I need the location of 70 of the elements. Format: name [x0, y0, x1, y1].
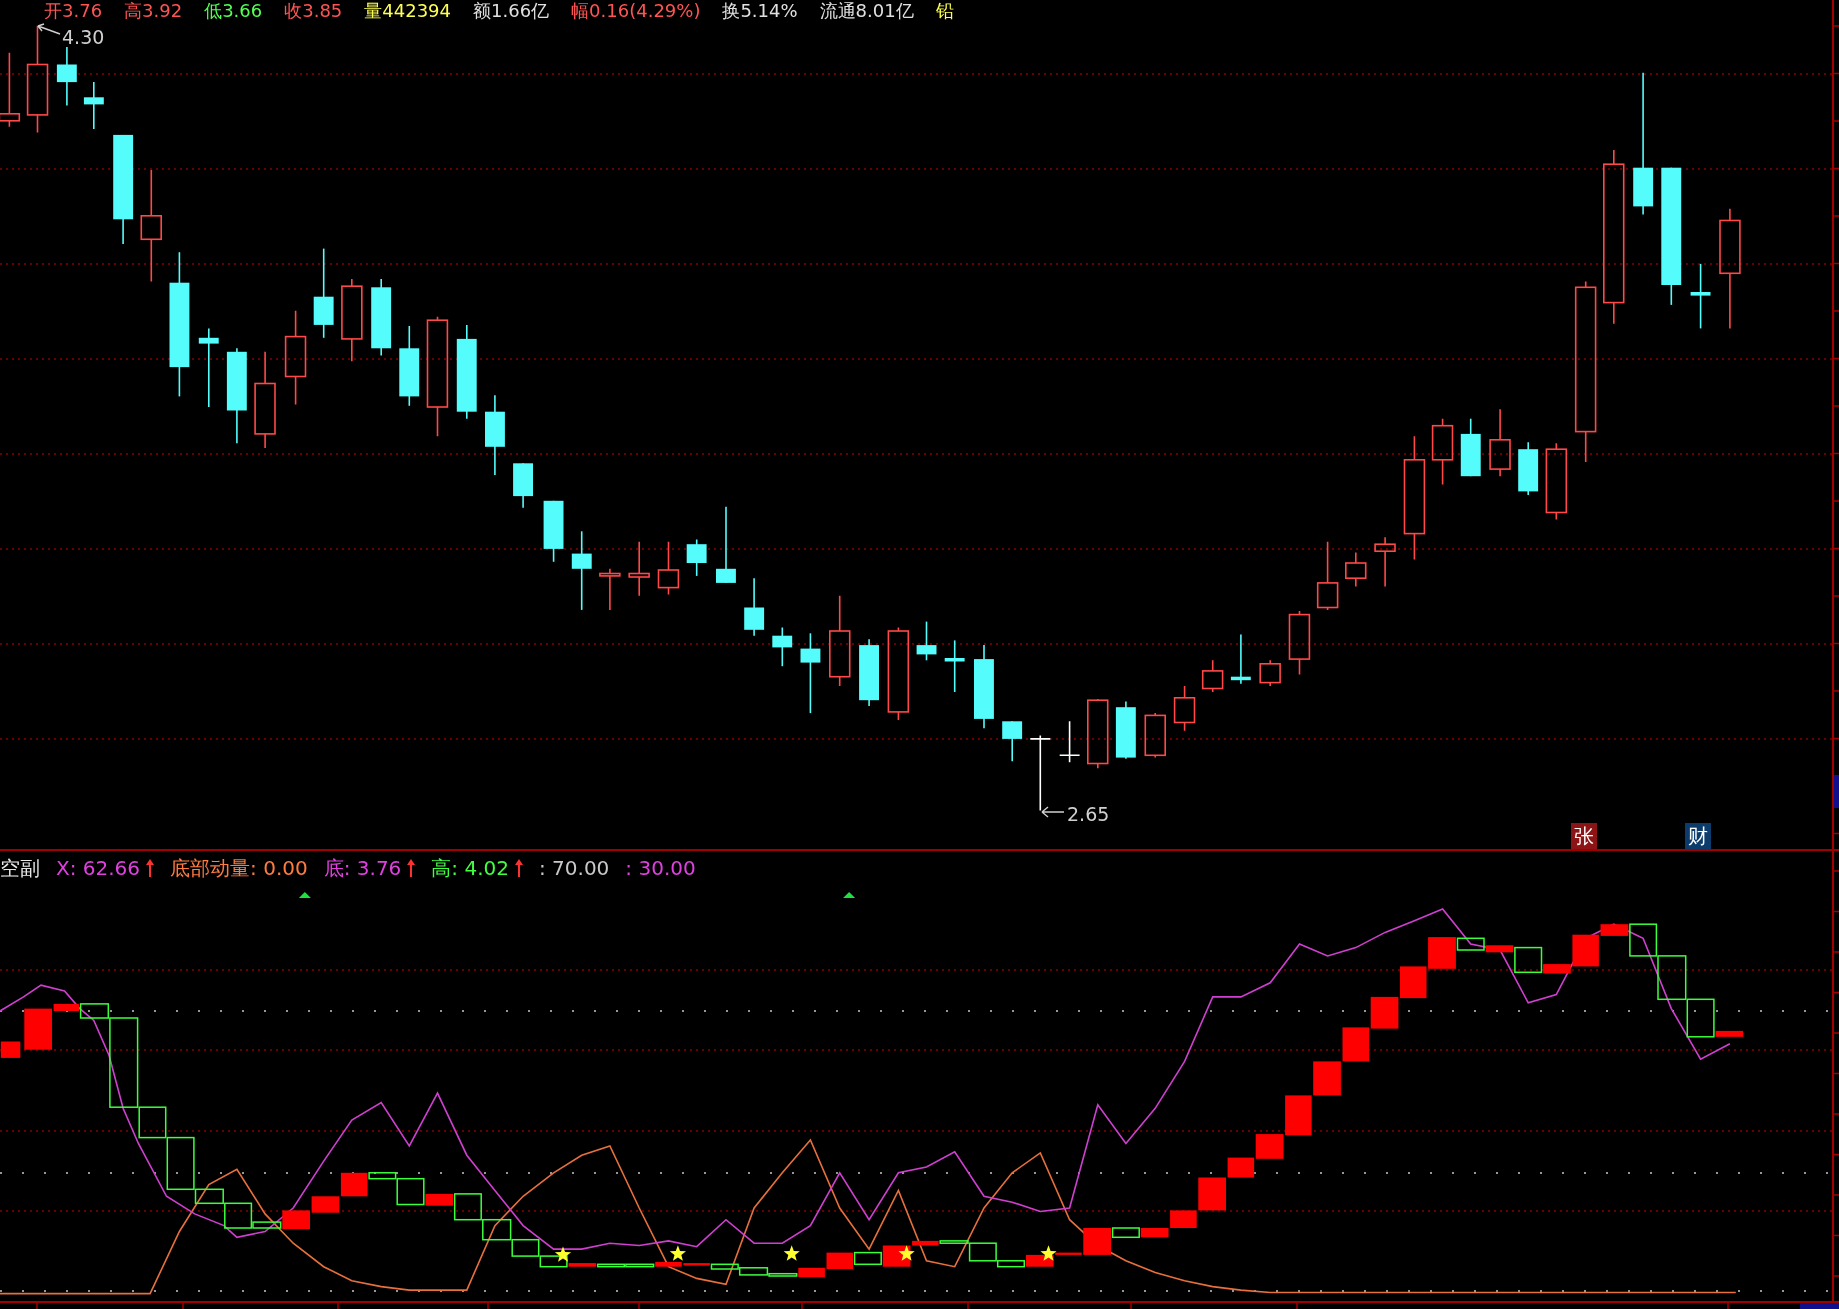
candle [1173, 685, 1196, 732]
candle [1058, 720, 1081, 764]
marker-icon [298, 891, 311, 898]
candle [1374, 536, 1396, 588]
indicator-reading: 高: 4.02 [431, 856, 509, 880]
candle [1288, 610, 1311, 676]
candle [859, 638, 879, 707]
scroll-handle[interactable] [1800, 1303, 1839, 1309]
candle [599, 568, 621, 611]
quote-field: 低3.66 [204, 0, 263, 21]
quote-field: 收3.85 [284, 0, 343, 21]
star-icon [783, 1245, 800, 1261]
quote-field: 额1.66亿 [473, 0, 550, 21]
step-bar [1657, 955, 1687, 1001]
quote-field: 换5.14% [722, 0, 798, 21]
candle [1518, 441, 1539, 496]
price-label: 4.30 [62, 26, 105, 48]
star-icon [1040, 1245, 1057, 1261]
step-bar [1400, 966, 1427, 999]
indicator-reading: 底部动量: 0.00 [170, 856, 308, 880]
candle [83, 81, 104, 130]
candle [744, 577, 765, 637]
step-bar [482, 1218, 512, 1241]
price-tag-icon [1834, 775, 1839, 808]
star-icon [554, 1246, 572, 1262]
candle [543, 500, 564, 563]
quote-field: 开3.76 [44, 0, 103, 21]
star-icon [898, 1245, 915, 1261]
step-bar [1313, 1061, 1341, 1096]
marker-icon [843, 891, 856, 898]
indicator-title: 空副 [0, 856, 40, 880]
candle [944, 639, 965, 693]
indicator-reading: : 70.00 [539, 856, 610, 880]
quote-field: 高3.92 [124, 0, 183, 21]
info-badge[interactable]: 财 [1685, 823, 1711, 849]
candle [1460, 417, 1481, 477]
info-badge[interactable]: 张 [1571, 823, 1597, 849]
candle [772, 626, 793, 667]
candle [1115, 700, 1136, 760]
star-icon [669, 1245, 686, 1261]
step-bar [1370, 996, 1399, 1029]
candle [686, 538, 707, 577]
candle [916, 620, 937, 662]
quote-field: 量442394 [364, 0, 452, 21]
candle [56, 46, 77, 107]
candle [1489, 408, 1511, 477]
quote-field: 幅0.16(4.29%) [571, 0, 701, 21]
step-bar [1342, 1027, 1370, 1062]
candle [1316, 541, 1339, 611]
quote-field: 铅 [935, 0, 954, 21]
step-bar [0, 1041, 21, 1058]
candle [657, 541, 680, 596]
quote-field: 流通8.01亿 [819, 0, 914, 21]
candle [1002, 720, 1023, 762]
candle [1230, 633, 1251, 685]
indicator-reading: X: 62.66 [56, 856, 141, 880]
candle [1259, 659, 1281, 687]
candle [628, 541, 650, 597]
candle [1087, 698, 1109, 769]
leader-arrow [37, 23, 61, 35]
price-label: 2.65 [1067, 803, 1110, 825]
candle [1690, 263, 1711, 330]
indicator-reading: : 30.00 [625, 856, 696, 880]
indicator-reading: 底: 3.76 [323, 856, 402, 880]
candle [513, 462, 533, 509]
candle [1431, 417, 1454, 486]
candle [1345, 551, 1367, 588]
leader-arrow [1041, 806, 1065, 818]
candle [1201, 659, 1224, 693]
candle [1144, 712, 1166, 759]
